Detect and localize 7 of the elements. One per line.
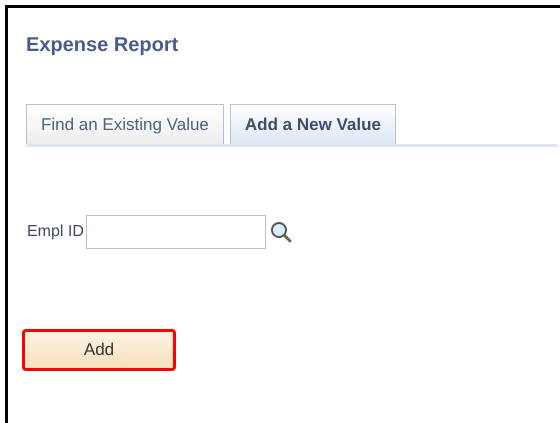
add-button[interactable]: Add xyxy=(24,331,174,369)
tab[interactable]: Add a New Value xyxy=(230,104,396,144)
search-icon[interactable] xyxy=(270,221,292,243)
tab[interactable]: Find an Existing Value xyxy=(26,104,224,144)
field-label: Empl ID xyxy=(27,222,84,242)
input-field[interactable] xyxy=(86,215,266,249)
page-title: Expense Report xyxy=(26,33,180,57)
